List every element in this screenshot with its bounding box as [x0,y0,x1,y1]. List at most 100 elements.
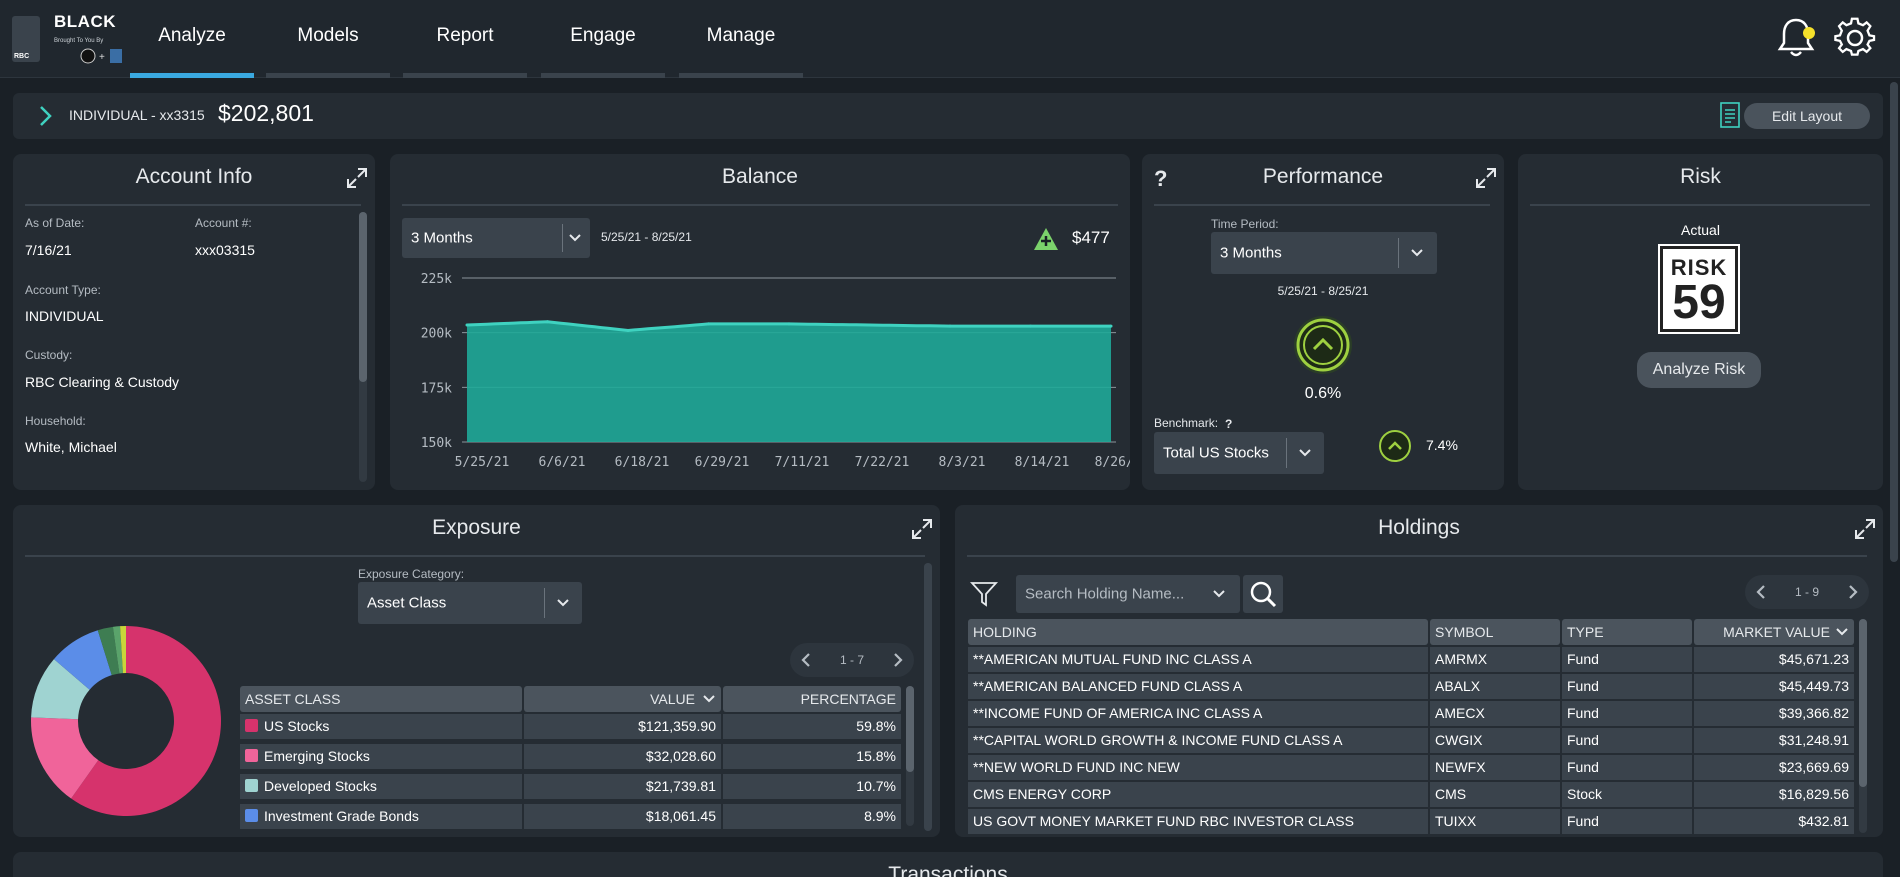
panel-title: Transactions [888,863,1008,877]
exposure-row-pct: 8.9% [723,804,901,829]
benchmark-select[interactable]: Total US Stocks [1154,432,1324,474]
notification-dot [1803,27,1815,39]
scrollbar[interactable] [359,212,367,482]
svg-text:+: + [99,52,105,63]
page-scrollbar[interactable] [1890,82,1898,562]
exposure-row-value: $18,061.45 [524,804,721,829]
scrollbar-thumb[interactable] [924,563,932,831]
exposure-row-name[interactable]: Developed Stocks [240,774,522,799]
time-period-select[interactable]: 3 Months [1211,232,1437,274]
exposure-row-pct: 10.7% [723,774,901,799]
expand-icon[interactable] [1474,166,1498,190]
household-label: Household: [25,414,86,428]
account-type-value: INDIVIDUAL [25,308,104,324]
chevron-down-icon [1411,249,1423,257]
type-cell: Fund [1562,728,1692,753]
edit-layout-button[interactable]: Edit Layout [1744,103,1870,129]
account-type-label: Account Type: [25,283,101,297]
col-header-market-value[interactable]: MARKET VALUE [1694,619,1854,645]
balance-period-select[interactable]: 3 Months [402,218,590,258]
risk-score-badge: RISK 59 [1658,244,1740,334]
tab-label: Manage [706,25,776,46]
balance-point[interactable] [1109,324,1113,328]
select-value: 3 Months [411,229,473,247]
scrollbar-thumb[interactable] [1890,82,1898,562]
risk-panel: Risk Actual RISK 59 Analyze Risk [1518,154,1883,490]
cell-text: Developed Stocks [264,778,377,794]
balance-point[interactable] [787,322,791,326]
chevron-right-icon[interactable] [1845,584,1861,600]
expand-icon[interactable] [345,166,369,190]
holding-cell: **CAPITAL WORLD GROWTH & INCOME FUND CLA… [968,728,1428,753]
select-value: 3 Months [1220,244,1282,262]
time-period-label: Time Period: [1211,217,1279,231]
select-value: Total US Stocks [1163,444,1269,462]
benchmark-help-icon[interactable]: ? [1224,416,1234,430]
type-cell: Fund [1562,701,1692,726]
swatch-icon [245,719,258,732]
type-cell: Stock [1562,782,1692,807]
panel-scrollbar[interactable] [924,563,932,831]
x-tick-label: 5/25/21 [455,455,510,470]
divider [25,555,925,557]
tab-manage[interactable]: Manage [679,0,803,78]
panel-title: Risk [1680,165,1721,188]
as-of-date-value: 7/16/21 [25,242,72,258]
search-icon[interactable] [1243,575,1283,613]
col-header-value[interactable]: VALUE [524,686,721,712]
exposure-row-pct: 15.8% [723,744,901,769]
holding-cell: US GOVT MONEY MARKET FUND RBC INVESTOR C… [968,809,1428,834]
brand-logo[interactable]: RBC BLACK Brought To You By + [10,12,122,66]
balance-point[interactable] [948,324,952,328]
table-scrollbar[interactable] [906,686,914,826]
analyze-risk-button[interactable]: Analyze Risk [1637,352,1761,388]
exposure-row-name[interactable]: Emerging Stocks [240,744,522,769]
holding-search-input[interactable]: Search Holding Name... [1016,575,1240,613]
scrollbar-thumb[interactable] [1859,619,1867,787]
col-header-percentage[interactable]: PERCENTAGE [723,686,901,712]
tab-analyze[interactable]: Analyze [130,0,254,78]
tab-models[interactable]: Models [266,0,390,78]
x-tick-label: 7/11/21 [775,455,830,470]
tab-report[interactable]: Report [403,0,527,78]
col-header-symbol[interactable]: SYMBOL [1430,619,1560,645]
chevron-right-icon[interactable] [35,103,55,129]
exposure-row-name[interactable]: US Stocks [240,714,522,739]
balance-point[interactable] [546,320,549,324]
col-header-holding[interactable]: HOLDING [968,619,1428,645]
balance-point[interactable] [868,323,871,327]
account-name[interactable]: INDIVIDUAL - xx3315 [69,107,205,123]
balance-point[interactable] [707,322,710,326]
exposure-category-select[interactable]: Asset Class [358,582,582,624]
chevron-right-icon[interactable] [890,652,906,668]
swatch-icon [245,779,258,792]
bell-icon[interactable] [1776,16,1816,58]
scrollbar-thumb[interactable] [359,212,367,382]
expand-icon[interactable] [1853,517,1877,541]
x-tick-label: 7/22/21 [855,455,910,470]
top-nav: RBC BLACK Brought To You By + Analyze Mo… [0,0,1900,78]
holdings-scrollbar[interactable] [1859,619,1867,833]
col-header-asset-class[interactable]: ASSET CLASS [240,686,522,712]
divider [967,555,1867,557]
exposure-row-name[interactable]: Investment Grade Bonds [240,804,522,829]
exposure-pager: 1 - 7 [790,643,914,677]
holdings-pager: 1 - 9 [1745,575,1869,609]
document-icon[interactable] [1719,101,1741,129]
y-tick-label: 150k [421,436,452,451]
tab-indicator [130,73,254,78]
market-value-cell: $31,248.91 [1694,728,1854,753]
balance-point[interactable] [1029,324,1032,328]
select-divider [562,224,563,252]
scrollbar-thumb[interactable] [906,686,914,772]
benchmark-return: 7.4% [1426,437,1458,453]
gear-icon[interactable] [1834,16,1876,58]
balance-point[interactable] [465,323,469,327]
filter-icon[interactable] [970,580,998,608]
expand-icon[interactable] [910,517,934,541]
col-header-type[interactable]: TYPE [1562,619,1692,645]
balance-point[interactable] [626,328,630,332]
tab-engage[interactable]: Engage [541,0,665,78]
market-value-cell: $16,829.56 [1694,782,1854,807]
panel-title: Balance [722,165,798,188]
